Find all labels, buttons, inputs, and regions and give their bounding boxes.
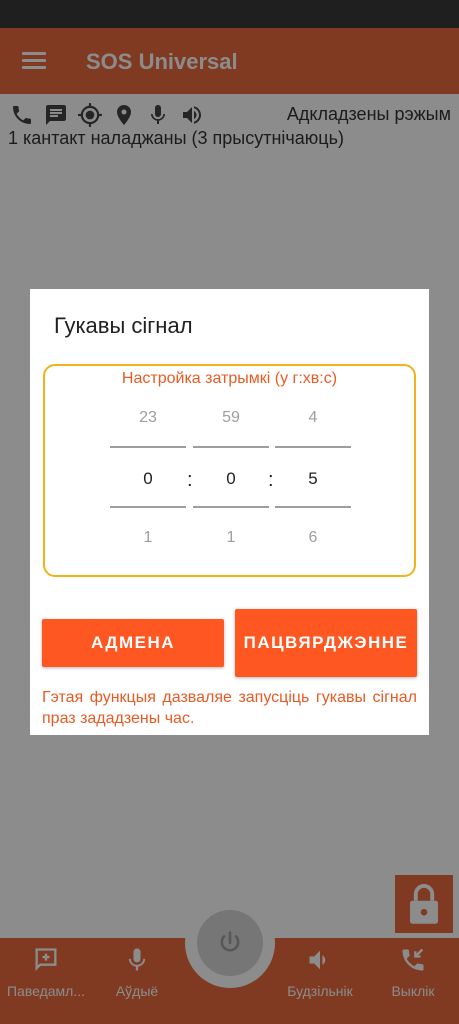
dialog-note: Гэтая функцыя дазваляе запусціць гукавы …: [42, 689, 417, 727]
hours-divider-top: [110, 446, 186, 448]
minutes-prev[interactable]: 59: [193, 409, 269, 427]
hours-next[interactable]: 1: [110, 529, 186, 547]
sound-signal-dialog: Гукавы сігнал Настройка затрымкі (у г:хв…: [30, 289, 429, 735]
seconds-next[interactable]: 6: [275, 529, 351, 547]
minutes-divider-top: [193, 446, 269, 448]
seconds-divider-top: [275, 446, 351, 448]
delay-picker: Настройка затрымкі (у г:хв:с) 23 0 1 : 5…: [43, 364, 416, 577]
seconds-prev[interactable]: 4: [275, 409, 351, 427]
picker-caption: Настройка затрымкі (у г:хв:с): [121, 370, 338, 387]
time-separator: :: [268, 469, 274, 491]
cancel-button[interactable]: АДМЕНА: [42, 619, 224, 667]
confirm-button[interactable]: ПАЦВЯРДЖЭННЕ: [235, 609, 417, 677]
seconds-value[interactable]: 5: [275, 469, 351, 489]
hours-divider-bottom: [110, 506, 186, 508]
minutes-divider-bottom: [193, 506, 269, 508]
seconds-divider-bottom: [275, 506, 351, 508]
minutes-next[interactable]: 1: [193, 529, 269, 547]
hours-prev[interactable]: 23: [110, 409, 186, 427]
hours-value[interactable]: 0: [110, 469, 186, 489]
dialog-title: Гукавы сігнал: [54, 313, 193, 338]
minutes-value[interactable]: 0: [193, 469, 269, 489]
time-separator: :: [187, 469, 193, 491]
